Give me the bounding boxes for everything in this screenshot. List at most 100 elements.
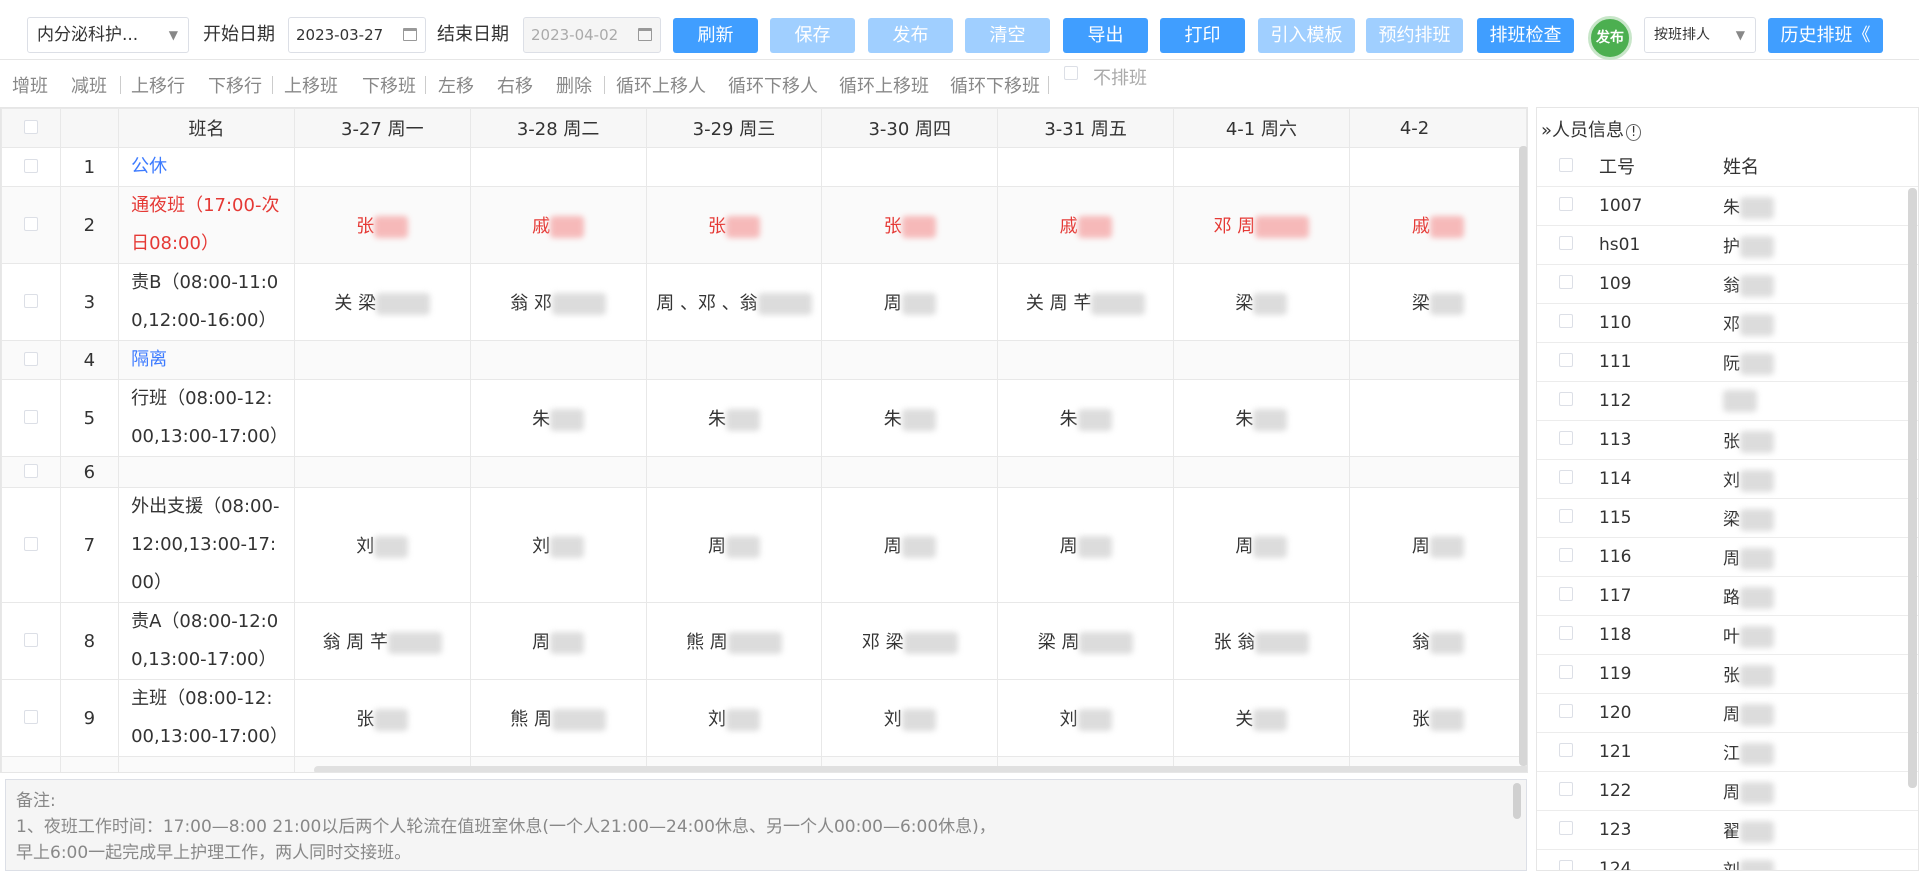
shift-row[interactable]: 9 主班（08:00-12:00,13:00-17:00） 张 熊 周 刘 刘 刘 关 张 xyxy=(1,679,1527,757)
person-row[interactable]: 123 翟 xyxy=(1537,810,1918,850)
person-checkbox[interactable] xyxy=(1559,625,1573,640)
schedule-cell[interactable] xyxy=(821,340,999,380)
schedule-cell[interactable]: 刘 xyxy=(293,487,471,603)
schedule-cell[interactable]: 关 梁 xyxy=(293,263,471,341)
schedule-cell[interactable] xyxy=(293,379,471,457)
schedule-cell[interactable] xyxy=(1348,456,1527,488)
remarks-scrollbar[interactable] xyxy=(1513,783,1521,819)
people-scrollbar[interactable] xyxy=(1908,188,1917,788)
remarks-box[interactable]: 备注: 1、夜班工作时间：17:00—8:00 21:00以后两个人轮流在值班室… xyxy=(5,779,1527,871)
schedule-cell[interactable] xyxy=(469,147,647,187)
shift-name[interactable]: 主班（08:00-12:00,13:00-17:00） xyxy=(118,679,295,757)
no-schedule-checkbox[interactable] xyxy=(1064,66,1078,80)
person-row[interactable]: 109 翁 xyxy=(1537,264,1918,304)
schedule-cell[interactable]: 梁 xyxy=(1173,263,1350,341)
schedule-cell[interactable] xyxy=(821,147,999,187)
shift-row[interactable]: 3 责B（08:00-11:00,12:00-16:00） 关 梁 翁 邓 周 、邓 、… xyxy=(1,263,1527,341)
cycle-shift-down-action[interactable]: 循环下移班 xyxy=(950,72,1040,98)
person-checkbox[interactable] xyxy=(1559,742,1573,757)
row-checkbox[interactable] xyxy=(23,709,38,724)
schedule-cell[interactable]: 翁 xyxy=(1348,602,1527,680)
person-row[interactable]: 116 周 xyxy=(1537,537,1918,577)
person-checkbox[interactable] xyxy=(1559,547,1573,562)
schedule-cell[interactable]: 周 xyxy=(645,487,823,603)
schedule-cell[interactable]: 朱 xyxy=(821,379,999,457)
person-row[interactable]: 114 刘 xyxy=(1537,459,1918,499)
shift-name[interactable]: 外出支援（08:00-12:00,13:00-17:00） xyxy=(118,487,295,603)
shift-name[interactable]: 行班（08:00-12:00,13:00-17:00） xyxy=(118,379,295,457)
person-row[interactable]: 122 周 xyxy=(1537,771,1918,811)
schedule-cell[interactable] xyxy=(1173,147,1350,187)
schedule-cell[interactable] xyxy=(997,456,1175,488)
schedule-cell[interactable]: 关 xyxy=(1173,679,1350,757)
person-row[interactable]: 113 张 xyxy=(1537,420,1918,460)
schedule-cell[interactable]: 周 xyxy=(1348,487,1527,603)
schedule-cell[interactable]: 张 翁 xyxy=(1173,602,1350,680)
history-schedule-button[interactable]: 历史排班《 xyxy=(1768,18,1883,53)
schedule-cell[interactable] xyxy=(1173,340,1350,380)
person-checkbox[interactable] xyxy=(1559,508,1573,523)
info-icon[interactable]: ! xyxy=(1626,124,1642,141)
shift-row[interactable]: 8 责A（08:00-12:00,13:00-17:00） 翁 周 芊 周 熊 周 邓 梁… xyxy=(1,602,1527,680)
reserve-schedule-button[interactable]: 预约排班 xyxy=(1366,18,1463,53)
shift-name[interactable]: 责A（08:00-12:00,13:00-17:00） xyxy=(118,602,295,680)
export-button[interactable]: 导出 xyxy=(1063,18,1148,53)
shift-row[interactable]: 4 隔离 xyxy=(1,340,1527,380)
move-left-action[interactable]: 左移 xyxy=(438,72,474,98)
person-row[interactable]: 112 xyxy=(1537,381,1918,421)
person-row[interactable]: 119 张 xyxy=(1537,654,1918,694)
schedule-cell[interactable] xyxy=(1348,379,1527,457)
person-checkbox[interactable] xyxy=(1559,586,1573,601)
person-checkbox[interactable] xyxy=(1559,781,1573,796)
end-date-input[interactable]: 2023-04-02 xyxy=(523,17,661,53)
person-checkbox[interactable] xyxy=(1559,820,1573,835)
print-button[interactable]: 打印 xyxy=(1160,18,1245,53)
person-row[interactable]: 115 梁 xyxy=(1537,498,1918,538)
person-checkbox[interactable] xyxy=(1559,313,1573,328)
schedule-cell[interactable]: 朱 xyxy=(645,379,823,457)
schedule-cell[interactable]: 戚 xyxy=(469,186,647,264)
move-row-down-action[interactable]: 下移行 xyxy=(208,72,262,98)
cycle-shift-up-action[interactable]: 循环上移班 xyxy=(839,72,929,98)
remove-shift-action[interactable]: 减班 xyxy=(71,72,107,98)
schedule-cell[interactable] xyxy=(293,340,471,380)
schedule-cell[interactable]: 朱 xyxy=(1173,379,1350,457)
schedule-cell[interactable] xyxy=(293,456,471,488)
schedule-cell[interactable]: 刘 xyxy=(645,679,823,757)
schedule-cell[interactable]: 熊 周 xyxy=(469,679,647,757)
schedule-cell[interactable]: 周 xyxy=(821,263,999,341)
schedule-cell[interactable] xyxy=(997,147,1175,187)
move-row-up-action[interactable]: 上移行 xyxy=(131,72,185,98)
delete-action[interactable]: 删除 xyxy=(556,72,592,98)
schedule-cell[interactable]: 邓 周 xyxy=(1173,186,1350,264)
schedule-cell[interactable]: 周 xyxy=(1173,487,1350,603)
schedule-cell[interactable]: 邓 梁 xyxy=(821,602,999,680)
schedule-check-button[interactable]: 排班检查 xyxy=(1477,18,1574,53)
person-checkbox[interactable] xyxy=(1559,352,1573,367)
schedule-cell[interactable]: 翁 邓 xyxy=(469,263,647,341)
schedule-cell[interactable]: 戚 xyxy=(997,186,1175,264)
select-all-checkbox[interactable] xyxy=(23,119,38,134)
schedule-cell[interactable] xyxy=(1173,456,1350,488)
schedule-cell[interactable] xyxy=(293,147,471,187)
schedule-cell[interactable] xyxy=(645,456,823,488)
row-checkbox[interactable] xyxy=(23,158,38,173)
shift-row[interactable]: 7 外出支援（08:00-12:00,13:00-17:00） 刘 刘 周 周 周 周 周 xyxy=(1,487,1527,603)
person-row[interactable]: 117 路 xyxy=(1537,576,1918,616)
person-checkbox[interactable] xyxy=(1559,235,1573,250)
schedule-cell[interactable] xyxy=(645,147,823,187)
mode-select[interactable]: 按班排人 ▼ xyxy=(1644,17,1756,53)
row-checkbox[interactable] xyxy=(23,351,38,366)
schedule-cell[interactable]: 梁 周 xyxy=(997,602,1175,680)
horizontal-scrollbar[interactable] xyxy=(314,766,1527,772)
schedule-cell[interactable]: 刘 xyxy=(821,679,999,757)
schedule-cell[interactable]: 朱 xyxy=(997,379,1175,457)
person-checkbox[interactable] xyxy=(1559,430,1573,445)
schedule-cell[interactable] xyxy=(469,456,647,488)
schedule-cell[interactable] xyxy=(469,340,647,380)
schedule-cell[interactable]: 周 xyxy=(469,602,647,680)
shift-name[interactable]: 休班 xyxy=(118,756,295,772)
shift-row[interactable]: 5 行班（08:00-12:00,13:00-17:00） 朱 朱 朱 朱 朱 xyxy=(1,379,1527,457)
schedule-cell[interactable] xyxy=(997,340,1175,380)
shift-name[interactable]: 通夜班（17:00-次日08:00） xyxy=(118,186,295,264)
